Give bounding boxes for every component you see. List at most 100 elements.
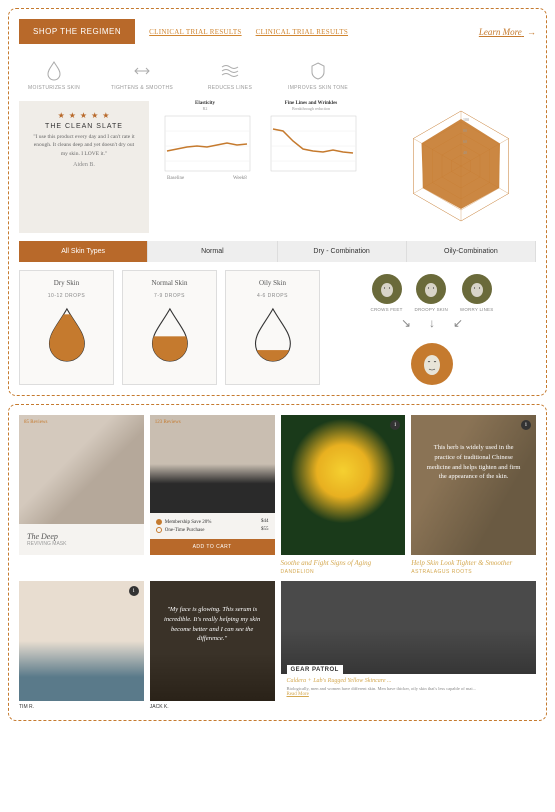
review-count: 85 Reviews: [24, 420, 47, 425]
curved-arrow-icon: ↓: [429, 316, 435, 331]
testimonial-title: THE CLEAN SLATE: [31, 123, 137, 130]
star-rating: ★ ★ ★ ★ ★: [31, 111, 137, 120]
shop-regimen-button[interactable]: SHOP THE REGIMEN: [19, 19, 135, 44]
face-label: DROOPY SKIN: [415, 307, 448, 312]
drop-title: Normal Skin: [127, 279, 212, 287]
learn-more-label: Learn More: [479, 27, 522, 37]
topbar: SHOP THE REGIMEN CLINICAL TRIAL RESULTS …: [19, 19, 536, 44]
option-label: Membership Save 20%: [165, 520, 212, 525]
benefit-label: IMPROVES SKIN TONE: [283, 85, 353, 91]
benefit-label: TIGHTENS & SMOOTHS: [107, 85, 177, 91]
price: $44: [261, 519, 269, 524]
drop-title: Oily Skin: [230, 279, 315, 287]
svg-text:100: 100: [463, 117, 469, 122]
svg-text:40: 40: [463, 150, 467, 155]
product-card-deep[interactable]: 85 Reviews The Deep REVIVING MASK: [19, 415, 144, 555]
wrinkles-chart: Fine Lines and Wrinkles Breakthrough red…: [261, 101, 361, 233]
clinical-trial-link-1[interactable]: CLINICAL TRIAL RESULTS: [149, 28, 241, 36]
learn-more-link[interactable]: Learn More →: [479, 27, 536, 37]
waves-icon: [195, 60, 265, 82]
benefit-reduces-lines: REDUCES LINES: [195, 60, 265, 91]
radio-icon: [156, 519, 162, 525]
herb-description: This herb is widely used in the practice…: [427, 444, 521, 480]
dandelion-image: i: [281, 415, 406, 555]
review-quote-image: "My face is glowing. This serum is incre…: [150, 581, 275, 701]
tab-oily-combo[interactable]: Oily-Combination: [407, 241, 536, 262]
ingredient-subtitle: ASTRALAGUS ROOTS: [411, 569, 536, 575]
testimonial-card: ★ ★ ★ ★ ★ THE CLEAN SLATE "I use this pr…: [19, 101, 149, 233]
elasticity-chart: Elasticity R2 Baseline Week8: [155, 101, 255, 233]
info-icon[interactable]: i: [129, 586, 139, 596]
benefit-skin-tone: IMPROVES SKIN TONE: [283, 60, 353, 91]
reviewer-image: i: [19, 581, 144, 701]
ingredient-subtitle: DANDELION: [281, 569, 406, 575]
tab-all-skin[interactable]: All Skin Types: [19, 241, 148, 262]
product-title: The Deep: [27, 532, 136, 541]
arrow-right-icon: →: [527, 27, 536, 37]
reviewer-name: JACK K.: [150, 704, 275, 710]
svg-text:60: 60: [463, 139, 467, 144]
ingredient-title: Help Skin Look Tighter & Smoother: [411, 559, 536, 567]
mid-area: ★ ★ ★ ★ ★ THE CLEAN SLATE "I use this pr…: [19, 101, 536, 233]
info-icon[interactable]: i: [521, 420, 531, 430]
benefit-moisturizes: MOISTURIZES SKIN: [19, 60, 89, 91]
face-diagram: CROWS FEET DROOPY SKIN WORRY LINES ↘ ↓ ↙: [328, 270, 536, 385]
review-count: 123 Reviews: [155, 420, 181, 425]
radar-chart: 100 80 60 40: [386, 101, 536, 233]
svg-text:Baseline: Baseline: [167, 176, 185, 181]
herb-image: i This herb is widely used in the practi…: [411, 415, 536, 555]
tighten-icon: [107, 60, 177, 82]
face-label: CROWS FEET: [371, 307, 403, 312]
face-crows-feet: CROWS FEET: [371, 274, 403, 312]
product-image: [150, 415, 275, 513]
drop-count: 10-12 DROPS: [24, 293, 109, 299]
face-icon: [372, 274, 402, 304]
svg-text:Week8: Week8: [233, 176, 247, 181]
ingredient-card-dandelion[interactable]: i Soothe and Fight Signs of Aging DANDEL…: [281, 415, 406, 575]
face-icon: [416, 274, 446, 304]
curved-arrow-icon: ↘: [401, 316, 411, 331]
benefits-row: MOISTURIZES SKIN TIGHTENS & SMOOTHS REDU…: [19, 60, 353, 91]
drop-title: Dry Skin: [24, 279, 109, 287]
product-image: [19, 415, 144, 524]
ingredient-card-astralagus[interactable]: i This herb is widely used in the practi…: [411, 415, 536, 575]
shield-icon: [283, 60, 353, 82]
press-card-gear-patrol[interactable]: GEAR PATROL Caldera + Lab's Rugged Yello…: [281, 581, 537, 701]
info-icon[interactable]: i: [390, 420, 400, 430]
price: $55: [261, 527, 269, 532]
tab-dry-combo[interactable]: Dry - Combination: [278, 241, 407, 262]
drop-card-normal: Normal Skin 7-9 DROPS: [122, 270, 217, 385]
drops-row: Dry Skin 10-12 DROPS Normal Skin 7-9 DRO…: [19, 270, 536, 385]
benefit-label: REDUCES LINES: [195, 85, 265, 91]
press-headline: Caldera + Lab's Rugged Yellow Skincare .…: [287, 678, 531, 684]
tab-normal[interactable]: Normal: [148, 241, 277, 262]
purchase-option-onetime[interactable]: One-Time Purchase $55: [156, 527, 269, 533]
product-subtitle: REVIVING MASK: [27, 541, 136, 547]
bottom-panel: 85 Reviews The Deep REVIVING MASK 123 Re…: [8, 404, 547, 721]
review-card-tim[interactable]: i TIM R.: [19, 581, 144, 710]
ingredient-title: Soothe and Fight Signs of Aging: [281, 559, 406, 567]
drop-count: 4-6 DROPS: [230, 293, 315, 299]
purchase-option-membership[interactable]: Membership Save 20% $44: [156, 519, 269, 525]
drop-count: 7-9 DROPS: [127, 293, 212, 299]
droplet-icon: [19, 60, 89, 82]
face-label: WORRY LINES: [460, 307, 494, 312]
drop-card-dry: Dry Skin 10-12 DROPS: [19, 270, 114, 385]
benefit-tightens: TIGHTENS & SMOOTHS: [107, 60, 177, 91]
testimonial-author: Aiden B.: [31, 162, 137, 168]
add-to-cart-button[interactable]: ADD TO CART: [150, 539, 275, 555]
clinical-trial-link-2[interactable]: CLINICAL TRIAL RESULTS: [256, 28, 348, 36]
svg-text:80: 80: [463, 128, 467, 133]
review-quote: "My face is glowing. This serum is incre…: [164, 606, 260, 642]
product-card-base-layer[interactable]: 123 Reviews Membership Save 20% $44 One-…: [150, 415, 275, 555]
skin-type-tabs: All Skin Types Normal Dry - Combination …: [19, 241, 536, 262]
curved-arrow-icon: ↙: [453, 316, 463, 331]
read-more-link[interactable]: Read More: [287, 692, 531, 697]
face-worry: WORRY LINES: [460, 274, 494, 312]
option-label: One-Time Purchase: [165, 528, 205, 533]
top-panel: SHOP THE REGIMEN CLINICAL TRIAL RESULTS …: [8, 8, 547, 396]
review-card-jack[interactable]: "My face is glowing. This serum is incre…: [150, 581, 275, 710]
reviewer-name: TIM R.: [19, 704, 144, 710]
face-icon: [462, 274, 492, 304]
radio-icon: [156, 527, 162, 533]
